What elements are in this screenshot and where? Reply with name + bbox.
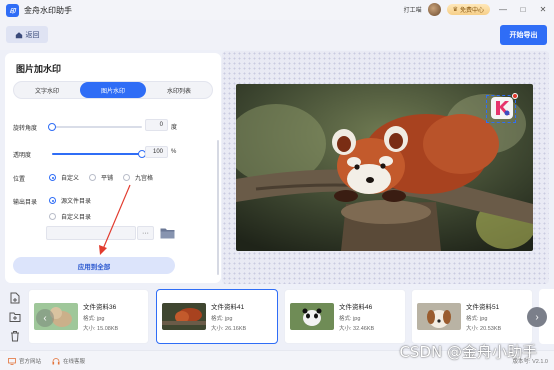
username[interactable]: 打工喵 (404, 5, 422, 14)
file-format: 格式: jpg (466, 316, 488, 322)
folder-icon[interactable] (160, 227, 175, 239)
service-label: 在线客服 (63, 359, 86, 365)
output-option-custom-inner: 自定义目录 (49, 212, 91, 221)
radio-icon (49, 174, 56, 181)
website-label: 官方网站 (19, 359, 42, 365)
watermark-selection-box[interactable] (486, 93, 518, 123)
radio-icon (123, 174, 131, 181)
radio-label: 自定义目录 (61, 215, 92, 221)
opacity-slider[interactable] (52, 150, 146, 158)
file-name: 文件资料51 (466, 304, 500, 311)
file-card[interactable]: 文件资料46 格式: jpg 大小: 32.46KB (284, 289, 406, 344)
radio-label: 源文件目录 (61, 199, 92, 205)
apply-to-all-button[interactable]: 应用到全部 (13, 257, 175, 274)
start-export-button[interactable]: 开始导出 (500, 25, 547, 45)
prev-arrow-icon[interactable]: ‹ (36, 309, 54, 327)
tab-text-watermark[interactable]: 文字水印 (14, 82, 80, 98)
file-thumbnail (290, 303, 334, 330)
avatar[interactable] (427, 2, 441, 16)
file-name: 文件资料46 (339, 304, 373, 311)
radio-label: 九宫格 (135, 176, 154, 182)
online-service-link[interactable]: 在线客服 (52, 357, 85, 365)
file-name: 文件资料41 (211, 304, 245, 311)
panel-title: 图片加水印 (16, 64, 62, 74)
csdn-watermark: CSDN @金舟小助手 (399, 343, 537, 361)
radio-icon (89, 174, 97, 181)
file-format: 格式: jpg (83, 316, 105, 322)
opacity-unit: % (171, 149, 177, 155)
file-format: 格式: jpg (339, 316, 361, 322)
rotation-label: 旋转角度 (13, 126, 38, 132)
browse-button[interactable]: ··· (137, 226, 154, 240)
rotation-slider-handle[interactable] (48, 123, 56, 131)
minimize-icon[interactable]: — (496, 2, 510, 16)
radio-label: 自定义 (61, 176, 80, 182)
delete-icon[interactable] (9, 330, 21, 342)
rotation-slider[interactable] (48, 123, 142, 131)
file-size: 大小: 20.53KB (466, 326, 502, 332)
opacity-slider-fill (52, 153, 142, 155)
file-name: 文件资料36 (83, 304, 117, 311)
file-card[interactable]: 文件资料41 格式: jpg 大小: 26.16KB (156, 289, 278, 344)
file-thumbnail (417, 303, 461, 330)
vip-label: 免费中心 (459, 7, 484, 14)
radio-label: 平铺 (101, 176, 114, 182)
file-size: 大小: 32.46KB (339, 326, 375, 332)
rotation-input[interactable]: 0 (145, 119, 168, 131)
output-option-custom[interactable]: 自定义目录 (49, 212, 101, 221)
official-website-link[interactable]: 官方网站 (8, 357, 41, 365)
position-option-tile[interactable]: 平铺 (89, 173, 113, 182)
output-option-source-inner: 源文件目录 (49, 196, 91, 205)
app-logo-icon: 印 (6, 3, 19, 17)
tab-watermark-list[interactable]: 水印列表 (146, 82, 212, 98)
position-option-custom[interactable]: 自定义 (49, 173, 79, 182)
back-label: 返回 (25, 31, 40, 39)
radio-icon (49, 213, 56, 220)
file-size: 大小: 26.16KB (211, 326, 247, 332)
crown-icon: ♛ (452, 6, 458, 13)
add-file-icon[interactable] (9, 292, 21, 304)
opacity-label: 透明度 (13, 153, 32, 159)
watermark-type-tabs: 文字水印 图片水印 水印列表 (13, 81, 213, 99)
output-dir-label: 输出目录 (13, 200, 38, 206)
tab-image-watermark[interactable]: 图片水印 (80, 82, 146, 98)
opacity-input[interactable]: 100 (145, 146, 168, 158)
file-size: 大小: 15.08KB (83, 326, 119, 332)
maximize-icon[interactable]: □ (516, 2, 530, 16)
monitor-icon (8, 357, 16, 365)
file-tools (4, 288, 26, 344)
position-label: 位置 (13, 177, 26, 183)
app-title: 金舟水印助手 (24, 5, 72, 15)
watermark-close-icon[interactable] (512, 93, 518, 99)
close-icon[interactable]: ✕ (536, 2, 550, 16)
file-card[interactable]: 文件资料51 格式: jpg 大小: 20.53KB (411, 289, 533, 344)
position-option-grid[interactable]: 九宫格 (123, 173, 153, 182)
add-folder-icon[interactable] (9, 311, 21, 323)
toolbar: 返回 开始导出 (0, 20, 554, 50)
back-button[interactable]: 返回 (6, 26, 48, 43)
file-format: 格式: jpg (211, 316, 233, 322)
home-icon (15, 31, 22, 38)
rotation-unit: 度 (171, 125, 178, 131)
headset-icon (52, 357, 60, 364)
next-arrow-icon[interactable]: › (527, 307, 547, 327)
radio-icon (49, 197, 56, 204)
output-option-source[interactable]: 源文件目录 (49, 196, 101, 205)
vip-center-button[interactable]: ♛ 免费中心 (446, 3, 490, 15)
file-thumbnail (162, 303, 206, 330)
panel-scrollbar[interactable] (217, 140, 219, 275)
position-radio-group: 自定义 平铺 九宫格 (49, 173, 163, 182)
annotation-arrow-icon (99, 184, 131, 255)
title-bar: 印 金舟水印助手 打工喵 ♛ 免费中心 — □ ✕ (0, 0, 554, 20)
